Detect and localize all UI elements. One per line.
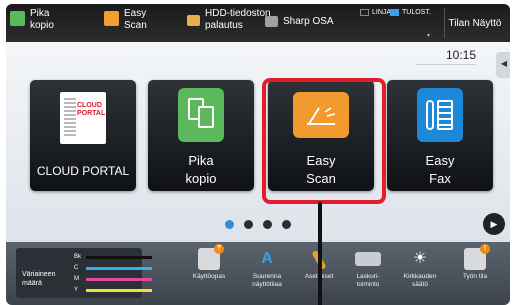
- tile-pika-kopio[interactable]: Pika kopio: [148, 80, 254, 191]
- toner-letter: M: [74, 276, 79, 282]
- page-dot[interactable]: [263, 220, 272, 229]
- quick-pika-kopio-button[interactable]: Pika kopio: [10, 8, 54, 38]
- page-dot[interactable]: [244, 220, 253, 229]
- play-icon: ▶: [490, 219, 498, 229]
- alert-badge-icon: !: [480, 244, 490, 254]
- toner-bar-y: [86, 289, 152, 292]
- highlight-frame: [262, 78, 386, 204]
- line-status: LINJA: [360, 9, 391, 16]
- tile-label: CLOUD PORTAL: [36, 164, 130, 178]
- callout-line: [318, 202, 322, 305]
- toner-letter: Y: [74, 287, 79, 293]
- fax-body: [437, 100, 453, 130]
- toner-level-panel[interactable]: Väriaineen määrä Bk C M Y: [16, 248, 152, 298]
- scan-icon: [104, 11, 119, 26]
- next-page-button[interactable]: ▶: [483, 213, 505, 235]
- tool-job-status[interactable]: ! Työn tila: [448, 244, 502, 281]
- touch-panel-screen: Pika kopio Easy Scan HDD-tiedoston palau…: [6, 4, 510, 305]
- toner-letter: C: [74, 265, 79, 271]
- clock: 10:15: [445, 48, 476, 62]
- bottom-toolbar: Väriaineen määrä Bk C M Y ? Käyttöopas A…: [6, 242, 510, 305]
- toner-bar-c: [86, 267, 152, 270]
- tile-easy-fax[interactable]: Easy Fax: [387, 80, 493, 191]
- quick-easy-scan-button[interactable]: Easy Scan: [104, 8, 147, 38]
- print-status: TULOST.: [390, 9, 431, 16]
- copy-icon: [10, 11, 25, 26]
- system-status-button[interactable]: Tilan Näyttö: [440, 8, 510, 41]
- page-dot[interactable]: [225, 220, 234, 229]
- quick-label: Pika kopio: [30, 8, 54, 31]
- line-status-label: LINJA: [372, 9, 392, 16]
- print-status-label: TULOST.: [402, 9, 431, 16]
- enlarge-display-icon: A: [261, 250, 273, 267]
- dropdown-arrow-icon: ▾: [427, 33, 431, 39]
- quick-label: Easy Scan: [124, 8, 147, 31]
- manual-icon: ?: [198, 244, 224, 270]
- osa-icon: [265, 16, 278, 27]
- tool-label: Työn tila: [462, 273, 488, 280]
- quick-sharp-osa-button[interactable]: Sharp OSA: [265, 8, 334, 38]
- line-status-indicator: [360, 9, 369, 16]
- tool-label: Suurenna näyttötilaa: [252, 273, 282, 288]
- copy-sheet-front: [198, 106, 214, 128]
- question-badge-icon: ?: [214, 244, 224, 254]
- job-status-icon: !: [464, 244, 490, 270]
- quick-label: HDD-tiedoston palautus: [205, 8, 271, 31]
- home-screen: 10:15 ◀ CLOUD PORTAL CLOUD PORTAL Pika k…: [6, 42, 510, 242]
- tool-label: Kirkkauden säätö: [403, 273, 437, 288]
- print-status-indicator: [390, 9, 399, 16]
- logo-stripes: [64, 98, 76, 138]
- toner-bar-m: [86, 278, 152, 281]
- page-indicator: [225, 220, 291, 229]
- toner-letter: Bk: [74, 254, 82, 260]
- page-dot[interactable]: [282, 220, 291, 229]
- fax-handset: [426, 100, 434, 130]
- counter-icon: [355, 252, 381, 266]
- chevron-left-icon: ◀: [500, 59, 507, 68]
- fax-icon: [417, 88, 463, 142]
- tool-enlarge-display[interactable]: A Suurenna näyttötilaa: [240, 248, 294, 289]
- top-bar: Pika kopio Easy Scan HDD-tiedoston palau…: [6, 4, 510, 42]
- toner-bar-bk: [86, 256, 152, 259]
- quick-hdd-restore-button[interactable]: HDD-tiedoston palautus: [187, 8, 271, 38]
- toner-label: Väriaineen määrä: [22, 271, 56, 287]
- tool-user-guide[interactable]: ? Käyttöopas: [182, 244, 236, 281]
- folder-icon: [187, 15, 200, 26]
- copy-icon: [178, 88, 224, 142]
- tool-brightness[interactable]: ☀ Kirkkauden säätö: [393, 248, 447, 289]
- logo-text: CLOUD PORTAL: [77, 102, 106, 117]
- tool-counter[interactable]: Laskuri- toiminto: [341, 248, 395, 289]
- cloud-portal-icon: CLOUD PORTAL: [60, 92, 106, 144]
- brightness-icon: ☀: [412, 250, 428, 267]
- system-status-label: Tilan Näyttö: [448, 18, 502, 29]
- tool-label: Käyttöopas: [192, 273, 226, 280]
- divider: [416, 64, 476, 65]
- tile-label: Pika kopio: [185, 153, 217, 186]
- tool-label: Laskuri- toiminto: [356, 273, 380, 288]
- quick-label: Sharp OSA: [283, 16, 334, 27]
- tile-label: Easy Fax: [425, 153, 455, 186]
- tile-cloud-portal[interactable]: CLOUD PORTAL CLOUD PORTAL: [30, 80, 136, 191]
